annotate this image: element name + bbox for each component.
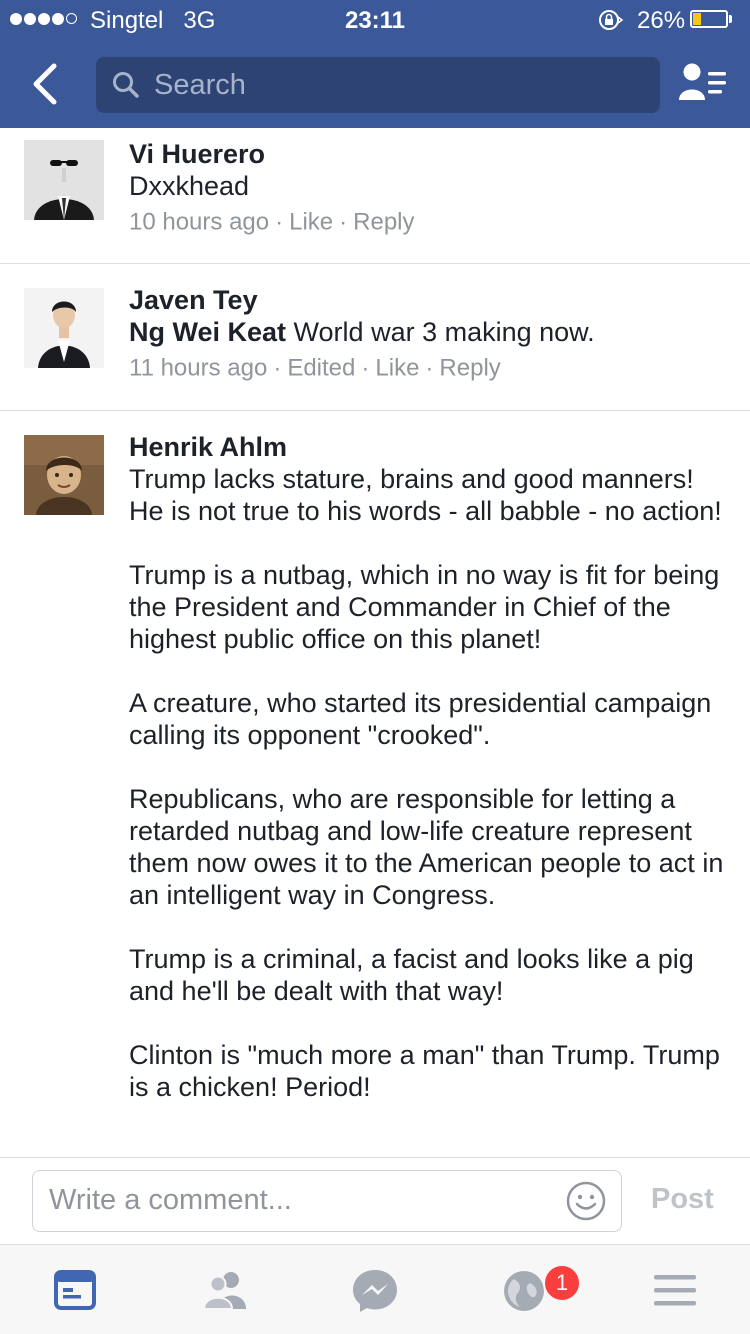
- comment-input[interactable]: Write a comment...: [32, 1170, 622, 1232]
- comment-author[interactable]: Javen Tey: [129, 284, 730, 316]
- avatar[interactable]: [24, 435, 104, 515]
- search-placeholder: Search: [154, 69, 246, 101]
- status-bar: Singtel 3G 23:11 26%: [0, 0, 750, 40]
- friend-requests-icon[interactable]: [200, 1267, 250, 1313]
- news-feed-icon[interactable]: [50, 1267, 100, 1313]
- reply-link[interactable]: Reply: [439, 355, 500, 382]
- globe-notifications-icon[interactable]: [500, 1267, 550, 1313]
- comment-item: Henrik Ahlm Trump lacks stature, brains …: [0, 411, 750, 1157]
- back-chevron-icon[interactable]: [28, 62, 68, 106]
- notifications-badge: 1: [543, 1264, 581, 1302]
- rotation-lock-icon: [599, 10, 624, 30]
- post-button[interactable]: Post: [651, 1183, 714, 1216]
- emoji-icon[interactable]: [565, 1180, 607, 1222]
- comment-item: Javen Tey Ng Wei Keat World war 3 making…: [0, 264, 750, 411]
- battery-cap: [729, 15, 732, 23]
- comment-text-body: World war 3 making now.: [293, 317, 595, 347]
- like-link[interactable]: Like: [289, 209, 333, 236]
- tab-bar: [0, 1245, 750, 1334]
- comment-time[interactable]: 10 hours ago: [129, 209, 269, 236]
- battery-icon: [690, 10, 728, 28]
- comment-text: Ng Wei Keat World war 3 making now.: [129, 316, 730, 348]
- comment-text: Trump lacks stature, brains and good man…: [129, 464, 724, 1102]
- comment-placeholder: Write a comment...: [49, 1184, 292, 1216]
- search-icon: [113, 72, 139, 98]
- top-bar: Singtel 3G 23:11 26% Search: [0, 0, 750, 128]
- menu-icon[interactable]: [650, 1267, 700, 1313]
- avatar[interactable]: [24, 288, 104, 368]
- comment-item: Vi Huerero Dxxkhead 10 hours ago · Like · Re…: [0, 128, 750, 264]
- comment-author[interactable]: Henrik Ahlm: [129, 431, 730, 463]
- battery-percentage: 26%: [637, 7, 686, 34]
- friends-list-icon[interactable]: [678, 62, 728, 106]
- edited-label[interactable]: Edited: [287, 355, 355, 382]
- comment-time[interactable]: 11 hours ago: [129, 355, 267, 382]
- reply-link[interactable]: Reply: [353, 209, 414, 236]
- avatar[interactable]: [24, 140, 104, 220]
- like-link[interactable]: Like: [375, 355, 419, 382]
- comment-composer: Write a comment... Post: [0, 1157, 750, 1245]
- messenger-icon[interactable]: [350, 1267, 400, 1313]
- search-input[interactable]: Search: [96, 57, 660, 113]
- mention-link[interactable]: Ng Wei Keat: [129, 317, 286, 347]
- comment-text: Dxxkhead: [129, 171, 250, 201]
- comment-author[interactable]: Vi Huerero: [129, 138, 730, 170]
- comment-meta: 11 hours ago · Edited · Like · Reply: [129, 354, 501, 382]
- comment-meta: 10 hours ago · Like · Reply: [129, 208, 415, 236]
